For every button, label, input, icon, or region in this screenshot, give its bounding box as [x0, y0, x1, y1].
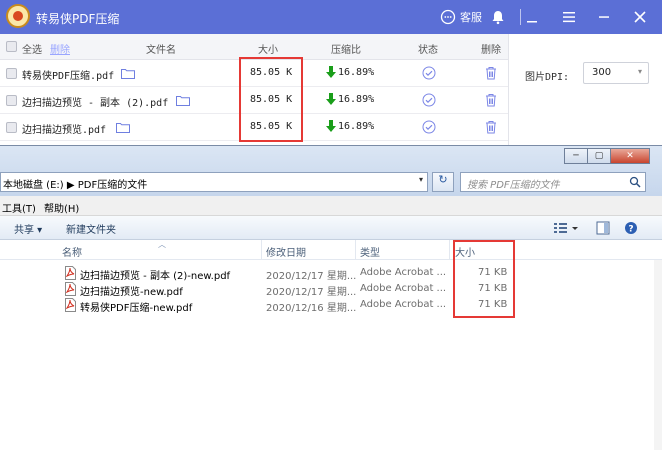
minimize-icon[interactable] [524, 9, 540, 25]
file-name: 边扫描边预览 - 副本 (2).pdf [22, 98, 169, 109]
explorer-window: ─ ▢ ✕ 本地磁盘 (E:) ▶ PDF压缩的文件 ▾ ↻ 搜索 PDF压缩的… [0, 145, 662, 450]
file-type: Adobe Acrobat ... [360, 267, 447, 278]
trash-icon[interactable] [485, 66, 497, 80]
app-titlebar: 转易侠PDF压缩 客服 [0, 0, 662, 34]
close-icon[interactable] [632, 9, 648, 25]
dpi-label: 图片DPI: [525, 72, 570, 83]
share-button[interactable]: 共享 ▾ [14, 221, 42, 236]
compression-ratio: 16.89% [338, 94, 375, 105]
customer-service-label: 客服 [460, 11, 482, 24]
pdf-file-icon [65, 298, 76, 312]
dpi-value: 300 [592, 67, 612, 78]
file-name: 边扫描边预览-new.pdf [80, 287, 183, 298]
file-name: 边扫描边预览 - 副本 (2)-new.pdf [80, 271, 231, 282]
down-arrow-icon [326, 66, 336, 78]
address-bar[interactable]: 本地磁盘 (E:) ▶ PDF压缩的文件 ▾ [0, 172, 428, 192]
customer-service-button[interactable]: 客服 [440, 8, 482, 26]
row-checkbox[interactable] [6, 68, 17, 79]
maximize-button[interactable]: ▢ [587, 148, 611, 164]
compressor-app: 转易侠PDF压缩 客服 全选 删除 文件名 大小 压缩比 状态 删除 转易侠PD… [0, 0, 662, 145]
column-filename: 文件名 [146, 45, 176, 56]
select-all-checkbox[interactable] [6, 41, 17, 52]
column-divider[interactable] [261, 240, 262, 260]
column-divider[interactable] [355, 240, 356, 260]
titlebar-divider [520, 9, 521, 25]
settings-panel: 图片DPI: 300 ▾ [508, 34, 662, 145]
column-size: 大小 [258, 45, 278, 56]
app-title: 转易侠PDF压缩 [36, 12, 120, 26]
window-controls: ─ ▢ ✕ [564, 148, 650, 164]
file-date: 2020/12/17 星期... [266, 287, 357, 298]
row-checkbox[interactable] [6, 95, 17, 106]
search-placeholder: 搜索 PDF压缩的文件 [467, 180, 560, 191]
file-row[interactable]: 边扫描边预览 - 副本 (2)-new.pdf 2020/12/17 星期...… [0, 265, 662, 282]
minimize-button[interactable]: ─ [564, 148, 588, 164]
svg-text:?: ? [628, 225, 633, 235]
column-ratio: 压缩比 [331, 45, 361, 56]
file-date: 2020/12/17 星期... [266, 271, 357, 282]
status-done-icon [422, 66, 436, 80]
pdf-file-icon [65, 282, 76, 296]
file-row[interactable]: 边扫描边预览-new.pdf 2020/12/17 星期... Adobe Ac… [0, 281, 662, 298]
status-done-icon [422, 93, 436, 107]
refresh-button[interactable]: ↻ [432, 172, 454, 192]
size-highlight-box [239, 57, 303, 142]
menu-icon[interactable] [561, 9, 577, 25]
column-type[interactable]: 类型 [360, 244, 380, 259]
chevron-down-icon[interactable]: ▾ [419, 175, 423, 184]
column-status: 状态 [418, 45, 438, 56]
sort-indicator-icon: ︿ [158, 240, 166, 249]
compression-ratio: 16.89% [338, 67, 375, 78]
close-button[interactable]: ✕ [610, 148, 650, 164]
help-icon[interactable]: ? [624, 220, 638, 236]
file-name: 边扫描边预览.pdf [22, 125, 107, 136]
menu-help[interactable]: 帮助(H) [44, 200, 79, 215]
explorer-titlebar: ─ ▢ ✕ 本地磁盘 (E:) ▶ PDF压缩的文件 ▾ ↻ 搜索 PDF压缩的… [0, 146, 662, 196]
pdf-file-icon [65, 266, 76, 280]
compression-ratio: 16.89% [338, 121, 375, 132]
down-arrow-icon [326, 120, 336, 132]
search-input[interactable]: 搜索 PDF压缩的文件 [460, 172, 646, 192]
vertical-scrollbar[interactable] [654, 260, 662, 450]
file-name: 转易侠PDF压缩.pdf [22, 71, 115, 82]
delete-selected-link[interactable]: 删除 [50, 41, 70, 56]
column-delete: 删除 [481, 45, 501, 56]
open-folder-icon[interactable] [116, 122, 130, 133]
file-date: 2020/12/16 星期... [266, 303, 357, 314]
down-arrow-icon [326, 93, 336, 105]
refresh-icon: ↻ [438, 173, 448, 186]
search-icon [629, 176, 641, 188]
column-modified[interactable]: 修改日期 [266, 244, 306, 259]
file-columns-header: 名称 ︿ 修改日期 类型 大小 [0, 240, 662, 260]
file-type: Adobe Acrobat ... [360, 283, 447, 294]
column-name[interactable]: 名称 [62, 244, 82, 259]
open-folder-icon[interactable] [176, 95, 190, 106]
file-type: Adobe Acrobat ... [360, 299, 447, 310]
file-name: 转易侠PDF压缩-new.pdf [80, 303, 193, 314]
window-minimize-icon[interactable] [596, 9, 612, 25]
view-options-icon[interactable] [553, 220, 581, 236]
command-bar: 共享 ▾ 新建文件夹 ? [0, 216, 662, 240]
status-done-icon [422, 120, 436, 134]
size-highlight-box [453, 240, 515, 318]
menu-bar: 工具(T) 帮助(H) [0, 196, 662, 216]
menu-tools[interactable]: 工具(T) [2, 200, 36, 215]
select-all-label: 全选 [22, 45, 42, 56]
dpi-select[interactable]: 300 ▾ [583, 62, 649, 84]
column-divider[interactable] [449, 240, 450, 260]
file-row[interactable]: 转易侠PDF压缩-new.pdf 2020/12/16 星期... Adobe … [0, 297, 662, 314]
app-logo-icon [6, 4, 30, 28]
chat-icon [440, 9, 456, 25]
breadcrumb: 本地磁盘 (E:) ▶ PDF压缩的文件 [3, 180, 148, 191]
trash-icon[interactable] [485, 120, 497, 134]
chevron-down-icon: ▾ [637, 67, 642, 76]
bell-icon[interactable] [490, 9, 506, 25]
trash-icon[interactable] [485, 93, 497, 107]
open-folder-icon[interactable] [121, 68, 135, 79]
preview-pane-icon[interactable] [596, 220, 610, 236]
row-checkbox[interactable] [6, 122, 17, 133]
new-folder-button[interactable]: 新建文件夹 [66, 221, 116, 236]
